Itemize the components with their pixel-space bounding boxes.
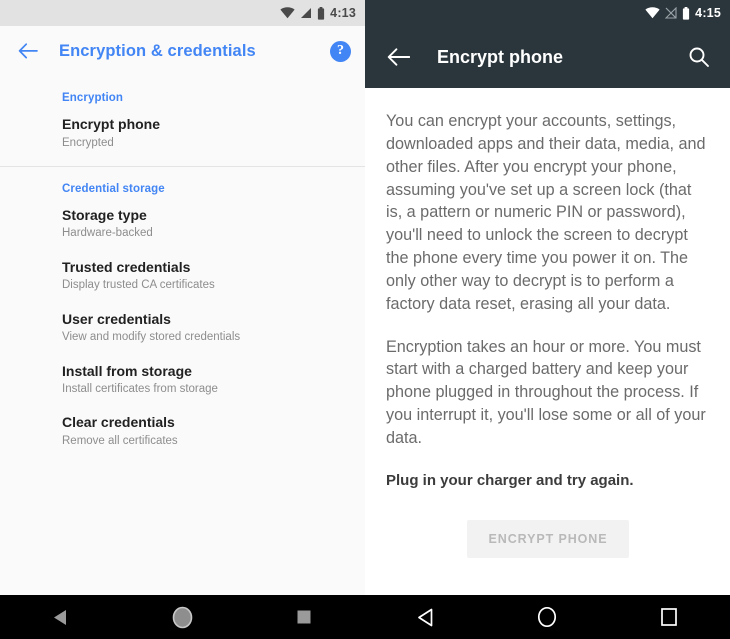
wifi-icon xyxy=(645,7,660,19)
wifi-icon xyxy=(280,7,295,19)
warning-text: Plug in your charger and try again. xyxy=(386,471,634,489)
list-item-encrypt-phone[interactable]: Encrypt phone Encrypted xyxy=(0,107,365,159)
arrow-back-icon xyxy=(387,48,410,66)
right-nav-bar xyxy=(365,595,730,639)
list-item-subtitle: Display trusted CA certificates xyxy=(62,279,215,292)
dual-screenshot-container: 4:13 Encryption & credentials ? Encrypti… xyxy=(0,0,730,639)
list-item-storage-type[interactable]: Storage type Hardware-backed xyxy=(0,198,365,250)
list-item-title: Clear credentials xyxy=(62,414,175,431)
nav-home-circle-icon xyxy=(538,606,557,628)
right-status-bar: 4:15 xyxy=(365,0,730,26)
nav-home-button[interactable] xyxy=(517,595,577,639)
left-nav-bar xyxy=(0,595,365,639)
list-item-title: Encrypt phone xyxy=(62,116,161,132)
nav-back-button[interactable] xyxy=(396,595,456,639)
left-status-time: 4:13 xyxy=(330,6,356,20)
left-app-bar: Encryption & credentials ? xyxy=(0,26,365,76)
no-sim-signal-icon xyxy=(664,6,677,19)
nav-back-triangle-icon xyxy=(418,608,433,626)
section-header-encryption: Encryption xyxy=(62,92,124,104)
list-item-install-from-storage[interactable]: Install from storage Install certificate… xyxy=(0,354,365,406)
page-title: Encrypt phone xyxy=(437,46,564,67)
cellular-signal-icon xyxy=(300,7,312,19)
battery-icon xyxy=(682,6,690,20)
back-button[interactable] xyxy=(383,42,413,72)
search-icon xyxy=(689,47,709,67)
list-item-trusted-credentials[interactable]: Trusted credentials Display trusted CA c… xyxy=(0,250,365,302)
description-paragraph-1: You can encrypt your accounts, settings,… xyxy=(386,112,706,313)
arrow-back-icon xyxy=(18,43,38,59)
list-item-clear-credentials[interactable]: Clear credentials Remove all certificate… xyxy=(0,405,365,457)
left-phone-screen: 4:13 Encryption & credentials ? Encrypti… xyxy=(0,0,365,639)
encrypt-phone-button[interactable]: ENCRYPT PHONE xyxy=(466,519,630,558)
list-item-subtitle: Remove all certificates xyxy=(62,434,178,447)
right-app-bar: Encrypt phone xyxy=(365,26,730,88)
nav-recents-button[interactable] xyxy=(639,595,699,639)
list-item-subtitle: Install certificates from storage xyxy=(62,383,218,395)
description-paragraph-2: Encryption takes an hour or more. You mu… xyxy=(386,337,706,447)
nav-recents-square-icon xyxy=(661,608,677,626)
encrypt-phone-content: You can encrypt your accounts, settings,… xyxy=(365,88,730,595)
search-button[interactable] xyxy=(686,44,712,70)
list-item-user-credentials[interactable]: User credentials View and modify stored … xyxy=(0,302,365,354)
nav-home-circle-icon xyxy=(172,606,193,628)
section-header-credential-storage: Credential storage xyxy=(62,182,165,195)
left-status-icons xyxy=(280,6,325,20)
nav-recents-square-icon xyxy=(297,610,311,624)
back-button[interactable] xyxy=(13,36,43,66)
list-item-subtitle: Encrypted xyxy=(62,136,114,149)
encrypt-button-container: ENCRYPT PHONE xyxy=(386,519,710,558)
list-item-title: User credentials xyxy=(62,310,171,327)
help-icon[interactable]: ? xyxy=(330,40,351,62)
right-status-icons xyxy=(645,6,690,20)
nav-back-button[interactable] xyxy=(31,595,91,639)
list-item-subtitle: Hardware-backed xyxy=(62,227,153,240)
nav-home-button[interactable] xyxy=(152,595,212,639)
list-item-title: Install from storage xyxy=(62,362,192,379)
list-item-title: Storage type xyxy=(62,206,147,223)
list-item-subtitle: View and modify stored credentials xyxy=(62,331,241,344)
list-item-title: Trusted credentials xyxy=(62,258,191,275)
settings-list: Encryption Encrypt phone Encrypted Crede… xyxy=(0,76,365,595)
right-status-time: 4:15 xyxy=(695,6,721,20)
nav-recents-button[interactable] xyxy=(274,595,334,639)
page-title: Encryption & credentials xyxy=(59,41,256,60)
nav-back-triangle-icon xyxy=(54,609,67,625)
right-phone-screen: 4:15 Encrypt phone You can encrypt your … xyxy=(365,0,730,639)
battery-icon xyxy=(317,6,325,20)
left-status-bar: 4:13 xyxy=(0,0,365,26)
